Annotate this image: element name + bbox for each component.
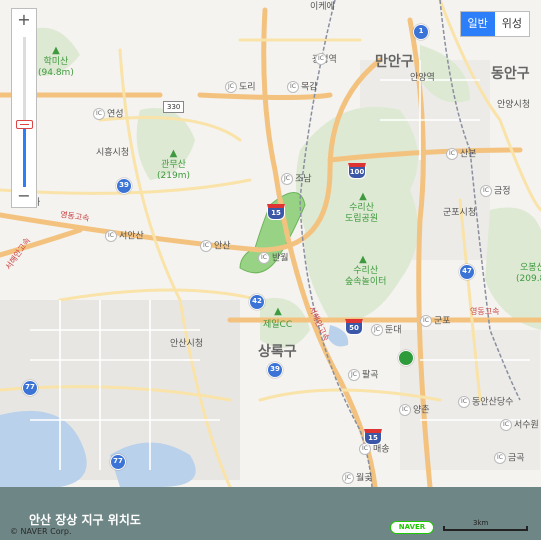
place-label: 안산시청 xyxy=(170,339,204,349)
peak-name: 관무산 xyxy=(161,160,186,170)
interchange-label: IC 동안산당수 xyxy=(458,396,513,408)
tree-icon: ▲ xyxy=(52,45,60,56)
copyright-text: © NAVER Corp. xyxy=(10,527,72,536)
interchange-label: JC 월곶 xyxy=(342,472,373,484)
map-canvas[interactable]: 만안구 동안구 상록구 ▲ 학미산 (94.8m) ▲ 관무산 (219m) 오… xyxy=(0,0,541,540)
route-shield: 39 xyxy=(116,178,132,194)
place-label: 안양역 xyxy=(410,73,435,83)
interchange-label: IC 군포 xyxy=(420,315,451,327)
district-label: 상록구 xyxy=(258,344,297,360)
interchange-icon: IC xyxy=(500,419,512,431)
interchange-icon: IC xyxy=(480,185,492,197)
peak-name: 학미산 xyxy=(43,57,69,67)
park-label: 수리산 도립공원 xyxy=(345,203,379,224)
interchange-icon: IC xyxy=(446,148,458,160)
interchange-label: IC 금곡 xyxy=(494,452,525,464)
junction-icon: JC xyxy=(371,324,383,336)
interchange-icon: IC xyxy=(420,315,432,327)
map-type-toggle: 일반 위성 xyxy=(459,11,530,37)
zoom-slider-track[interactable] xyxy=(23,37,26,187)
peak-label: 오봉산 (209.8) xyxy=(516,263,541,285)
interchange-icon: IC xyxy=(93,108,105,120)
interchange-label: JC 도리 xyxy=(225,81,256,93)
scale-bar: 3km xyxy=(443,519,528,532)
zoom-in-button[interactable]: + xyxy=(12,9,36,31)
place-label: 군포시청 xyxy=(443,208,477,218)
interchange-label: JC 둔대 xyxy=(371,324,402,336)
tree-icon: ▲ xyxy=(359,254,367,265)
interchange-label: IC 연성 xyxy=(93,108,124,120)
peak-label: ▲ 학미산 (94.8m) xyxy=(38,45,74,79)
route-shield: 1 xyxy=(413,24,429,40)
interchange-icon: IC xyxy=(315,53,327,65)
interchange-icon: IC xyxy=(458,396,470,408)
interchange-label: IC 금정 xyxy=(480,185,511,197)
interchange-label: IC 반월 xyxy=(258,252,289,264)
zoom-slider-handle[interactable] xyxy=(16,120,33,129)
interchange-label: IC xyxy=(315,53,329,65)
interchange-label: IC 산본 xyxy=(446,148,477,160)
caption-bar: 안산 장상 지구 위치도 © NAVER Corp. xyxy=(0,487,541,540)
district-label: 동안구 xyxy=(491,66,530,82)
peak-elevation: (209.8) xyxy=(516,274,541,284)
junction-icon: JC xyxy=(348,369,360,381)
interchange-label: IC 서수원 xyxy=(500,419,539,431)
interchange-icon: IC xyxy=(287,81,299,93)
junction-icon: JC xyxy=(342,472,354,484)
peak-name: 오봉산 xyxy=(519,263,541,273)
interchange-icon: IC xyxy=(200,240,212,252)
map-type-satellite-button[interactable]: 위성 xyxy=(495,12,529,36)
interchange-icon: IC xyxy=(105,230,117,242)
expressway-shield: 100 xyxy=(348,163,366,179)
interchange-label: IC 서안산 xyxy=(105,230,144,242)
route-shield: 77 xyxy=(22,380,38,396)
interchange-label: IC 양촌 xyxy=(399,404,430,416)
tree-icon: ▲ xyxy=(169,148,178,159)
peak-label: ▲ 관무산 (219m) xyxy=(157,148,190,182)
junction-icon: JC xyxy=(225,81,237,93)
expressway-shield: 15 xyxy=(267,204,285,220)
route-shield xyxy=(398,350,414,366)
place-label: 이케에 xyxy=(310,2,335,12)
scale-label: 3km xyxy=(473,519,489,527)
interchange-icon: IC xyxy=(399,404,411,416)
route-shield: 47 xyxy=(459,264,475,280)
zoom-out-button[interactable]: − xyxy=(12,185,36,207)
route-shield: 42 xyxy=(249,294,265,310)
naver-logo[interactable]: NAVER xyxy=(390,521,434,534)
road-name-label: 영동고속 xyxy=(470,307,500,316)
route-shield: 77 xyxy=(110,454,126,470)
tree-icon: ▲ xyxy=(274,306,282,317)
tree-icon: ▲ xyxy=(359,191,367,202)
expressway-shield: 15 xyxy=(364,429,382,445)
caption-title: 안산 장상 지구 위치도 xyxy=(29,513,141,527)
place-label: 안양시청 xyxy=(497,100,531,110)
route-shield: 39 xyxy=(267,362,283,378)
park-label: 제일CC xyxy=(263,320,293,330)
place-label: 시흥시청 xyxy=(96,148,130,158)
map-type-normal-button[interactable]: 일반 xyxy=(460,12,495,36)
expressway-shield: 50 xyxy=(345,319,363,335)
peak-elevation: (219m) xyxy=(157,171,190,181)
zoom-control: + − xyxy=(11,8,37,208)
zoom-slider-fill xyxy=(23,124,26,187)
peak-elevation: (94.8m) xyxy=(38,68,74,78)
interchange-label: JC 팔곡 xyxy=(348,369,379,381)
district-label: 만안구 xyxy=(375,54,414,70)
interchange-icon: IC xyxy=(494,452,506,464)
interchange-icon: IC xyxy=(258,252,270,264)
interchange-label: IC 목감 xyxy=(287,81,318,93)
junction-icon: JC xyxy=(281,173,293,185)
route-shield: 330 xyxy=(163,101,185,113)
interchange-label: JC 조남 xyxy=(281,173,312,185)
park-label: 수리산 숲속놀이터 xyxy=(345,266,387,287)
interchange-label: IC 안산 xyxy=(200,240,231,252)
